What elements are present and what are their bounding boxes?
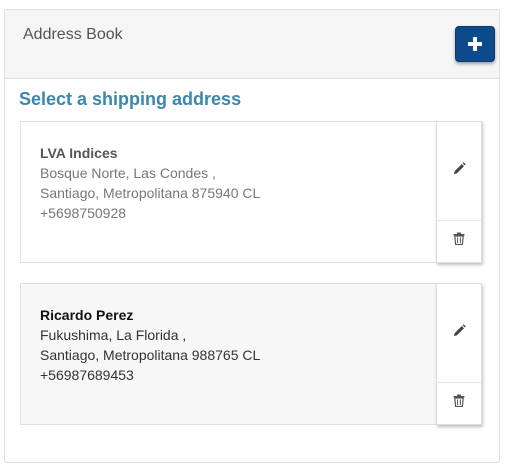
trash-icon [453,394,465,412]
panel-header: Address Book [5,10,499,79]
add-address-button[interactable] [455,26,495,62]
address-line2: Santiago, Metropolitana 875940 CL [40,185,261,201]
address-details: Ricardo Perez Fukushima, La Florida , Sa… [40,305,260,385]
pencil-icon [453,324,466,342]
address-actions [436,283,482,425]
trash-icon [453,232,465,250]
address-actions [436,121,482,263]
address-phone: +5698750928 [40,205,127,221]
address-name: Ricardo Perez [40,307,134,323]
section-heading: Select a shipping address [19,89,242,109]
edit-address-button[interactable] [437,284,481,383]
address-phone: +56987689453 [40,367,134,383]
address-card-selected[interactable]: Ricardo Perez Fukushima, La Florida , Sa… [20,283,482,425]
address-line1: Fukushima, La Florida , [40,327,187,343]
address-line2: Santiago, Metropolitana 988765 CL [40,347,261,363]
delete-address-button[interactable] [437,382,481,424]
delete-address-button[interactable] [437,220,481,262]
address-line1: Bosque Norte, Las Condes , [40,165,216,181]
pencil-icon [453,162,466,180]
address-details: LVA Indices Bosque Norte, Las Condes , S… [40,143,260,223]
edit-address-button[interactable] [437,122,481,221]
panel-title: Address Book [23,26,123,43]
address-card[interactable]: LVA Indices Bosque Norte, Las Condes , S… [20,121,482,263]
plus-icon [456,27,494,61]
address-name: LVA Indices [40,145,118,161]
